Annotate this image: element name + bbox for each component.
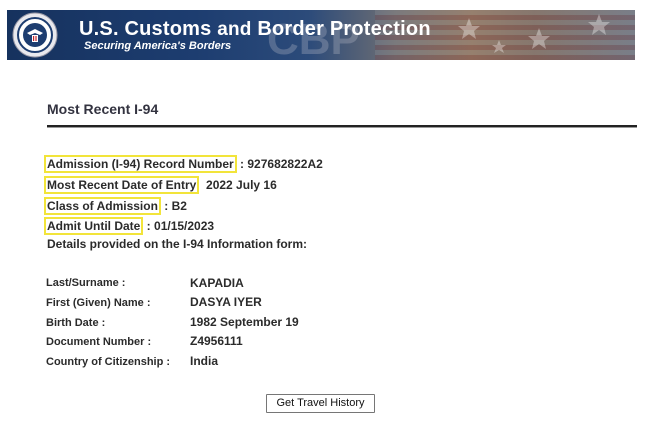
class-of-admission-value: B2 [171,199,187,213]
record-number-label: Admission (I-94) Record Number [44,155,237,173]
given-name-value: DASYA IYER [190,295,262,309]
record-number-row: Admission (I-94) Record Number : 9276828… [44,155,323,173]
admit-until-value: 01/15/2023 [154,219,215,233]
title-main: U.S. Customs [79,18,218,40]
entry-date-label: Most Recent Date of Entry [44,176,200,194]
class-of-admission-label: Class of Admission [44,197,161,215]
surname-value: KAPADIA [190,276,244,290]
banner-title: U.S. Customs and Border Protection [79,19,431,40]
admit-until-row: Admit Until Date : 01/15/2023 [44,217,214,235]
document-number-label: Document Number : [46,336,152,348]
birth-date-label: Birth Date : [46,317,106,329]
banner-subtitle: Securing America's Borders [84,40,232,52]
record-number-separator: : [236,157,248,171]
cbp-banner: CBP U.S. Customs and Border Protection S… [7,10,635,60]
citizenship-value: India [190,354,219,368]
cbp-seal-icon [12,12,58,58]
record-number-value: 927682822A2 [247,157,323,171]
given-name-label: First (Given) Name : [46,297,151,309]
admit-until-separator: : [143,219,155,233]
star-decoration-icon [458,14,610,53]
class-of-admission-row: Class of Admission : B2 [44,197,187,215]
entry-date-value: 2022 July 16 [206,178,277,192]
title-and: and [217,19,252,40]
surname-label: Last/Surname : [46,277,126,289]
entry-date-row: Most Recent Date of Entry 2022 July 16 [44,176,277,194]
get-travel-history-button[interactable]: Get Travel History [266,394,375,413]
birth-date-value: 1982 September 19 [190,315,299,329]
citizenship-label: Country of Citizenship : [46,356,171,368]
admit-until-label: Admit Until Date [44,217,144,235]
details-note: Details provided on the I-94 Information… [47,237,308,251]
document-number-value: Z4956111 [190,334,243,348]
title-divider [47,125,637,127]
class-of-admission-separator: : [160,199,172,213]
page-title: Most Recent I-94 [47,101,159,117]
title-rest: Border Protection [251,18,431,40]
